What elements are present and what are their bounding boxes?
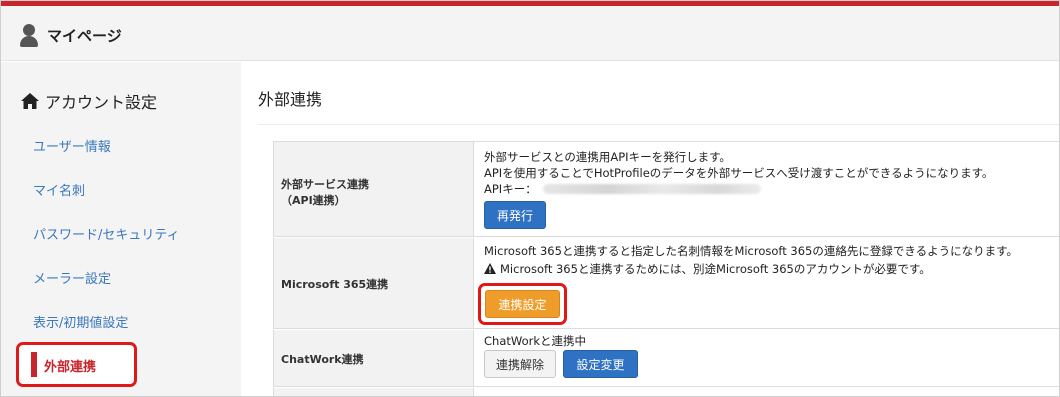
link-settings-button[interactable]: 連携設定	[485, 290, 560, 318]
page-header-title: マイページ	[47, 27, 122, 45]
sidebar-section-header: アカウント設定	[21, 89, 157, 113]
table-row-microsoft365: Microsoft 365連携 Microsoft 365と連携すると指定した名…	[273, 238, 1059, 329]
sidebar-item-label: 外部連携	[44, 360, 97, 375]
sidebar-item-my-card[interactable]: マイ名刺	[33, 180, 85, 199]
row-header	[273, 388, 474, 396]
sidebar: アカウント設定 ユーザー情報 マイ名刺 パスワード/セキュリティ メーラー設定 …	[1, 62, 241, 396]
sidebar-item-mailer-settings[interactable]: メーラー設定	[33, 268, 111, 287]
active-indicator	[31, 352, 37, 377]
table-row-chatwork: ChatWork連携 ChatWorkと連携中 連携解除 設定変更	[273, 330, 1059, 387]
page-frame: マイページ アカウント設定 ユーザー情報 マイ名刺 パスワード/セキュリティ メ…	[0, 0, 1060, 397]
row-header: 外部サービス連携 （API連携）	[273, 142, 474, 236]
row-header-line: 外部サービス連携	[281, 178, 369, 191]
warning-icon	[484, 263, 496, 274]
row-header-line: Microsoft 365連携	[281, 278, 389, 291]
user-icon	[20, 24, 38, 48]
unlink-button[interactable]: 連携解除	[484, 350, 556, 378]
row-header: ChatWork連携	[273, 330, 474, 386]
chatwork-status: ChatWorkと連携中	[484, 334, 586, 348]
main-content: 外部連携 外部サービス連携 （API連携） 外部サービスとの連携用APIキーを発…	[241, 62, 1059, 396]
api-key-row: APIキー：	[484, 181, 761, 197]
row-header-line: ChatWork連携	[281, 353, 364, 366]
row-content: ChatWorkと連携中 連携解除 設定変更	[475, 330, 1059, 386]
sidebar-section-label: アカウント設定	[45, 93, 158, 112]
description: 外部サービスとの連携用APIキーを発行します。	[484, 150, 731, 164]
warning-line: Microsoft 365と連携するためには、別途Microsoft 365のア…	[484, 261, 931, 277]
sidebar-item-user-info[interactable]: ユーザー情報	[33, 136, 111, 155]
table-row-partial	[273, 388, 1059, 396]
warning-text: Microsoft 365と連携するためには、別途Microsoft 365のア…	[500, 262, 931, 276]
change-settings-button[interactable]: 設定変更	[563, 350, 638, 378]
home-icon	[21, 93, 39, 109]
page-header: マイページ	[1, 6, 1059, 61]
api-key-label: APIキー：	[484, 182, 537, 196]
sidebar-item-display-defaults[interactable]: 表示/初期値設定	[33, 312, 128, 331]
description: APIを使用することでHotProfileのデータを外部サービスへ受け渡すことが…	[484, 166, 994, 180]
page-title: 外部連携	[258, 90, 323, 109]
sidebar-item-external-integration[interactable]: 外部連携	[16, 342, 137, 387]
divider	[258, 124, 1059, 125]
integration-table: 外部サービス連携 （API連携） 外部サービスとの連携用APIキーを発行します。…	[273, 141, 1059, 396]
row-header: Microsoft 365連携	[273, 238, 474, 328]
table-row-api: 外部サービス連携 （API連携） 外部サービスとの連携用APIキーを発行します。…	[273, 142, 1059, 237]
description: Microsoft 365と連携すると指定した名刺情報をMicrosoft 36…	[484, 244, 1018, 258]
api-key-value-redacted	[542, 184, 761, 194]
row-content: 外部サービスとの連携用APIキーを発行します。 APIを使用することでHotPr…	[475, 142, 1059, 236]
reissue-button[interactable]: 再発行	[484, 201, 546, 229]
row-content: Microsoft 365と連携すると指定した名刺情報をMicrosoft 36…	[475, 238, 1059, 328]
sidebar-item-password-security[interactable]: パスワード/セキュリティ	[33, 224, 180, 243]
row-header-line: （API連携）	[281, 194, 346, 207]
